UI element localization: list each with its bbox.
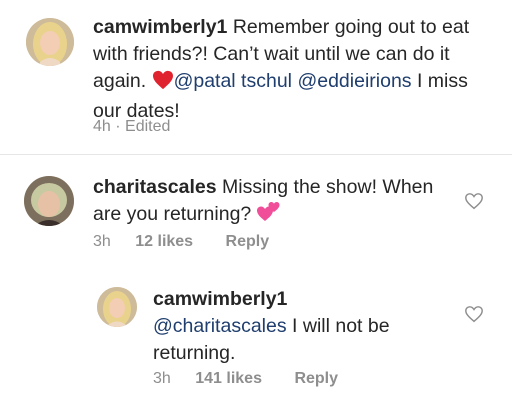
mention-link[interactable]: @charitascales — [153, 315, 287, 337]
like-heart-icon[interactable] — [464, 305, 484, 323]
likes-count[interactable]: 12 likes — [135, 233, 193, 251]
comment-body: charitascales Missing the show! When are… — [93, 174, 463, 231]
like-heart-icon[interactable] — [464, 192, 484, 210]
comment-body: camwimberly1 @charitascales I will not b… — [153, 286, 453, 367]
mention-link[interactable]: @eddieirions — [297, 70, 411, 92]
edited-label: Edited — [125, 118, 171, 135]
avatar[interactable] — [26, 18, 74, 66]
mention-link[interactable]: @patal tschul — [174, 70, 292, 92]
comment-meta: 4h · Edited — [93, 118, 170, 136]
comment-meta: 3h 141 likes Reply — [153, 370, 338, 388]
likes-count[interactable]: 141 likes — [195, 370, 262, 388]
avatar-image — [24, 176, 74, 226]
avatar[interactable] — [24, 176, 74, 226]
separator: · — [115, 118, 121, 135]
divider — [0, 154, 512, 155]
avatar[interactable] — [97, 287, 137, 327]
comment-body: camwimberly1 Remember going out to eat w… — [93, 14, 488, 125]
comment-time: 3h — [153, 370, 171, 387]
avatar-image — [97, 287, 137, 327]
two-hearts-emoji-icon — [256, 201, 281, 231]
reply-button[interactable]: Reply — [294, 370, 338, 388]
comment-username[interactable]: camwimberly1 — [93, 16, 227, 38]
heart-emoji-icon — [152, 70, 174, 98]
comment-time: 4h — [93, 118, 111, 135]
comment-meta: 3h 12 likes Reply — [93, 233, 269, 251]
comment-time: 3h — [93, 233, 111, 250]
comment-username[interactable]: charitascales — [93, 176, 217, 198]
avatar-image — [26, 18, 74, 66]
reply-button[interactable]: Reply — [226, 233, 270, 251]
comment-username[interactable]: camwimberly1 — [153, 286, 453, 313]
